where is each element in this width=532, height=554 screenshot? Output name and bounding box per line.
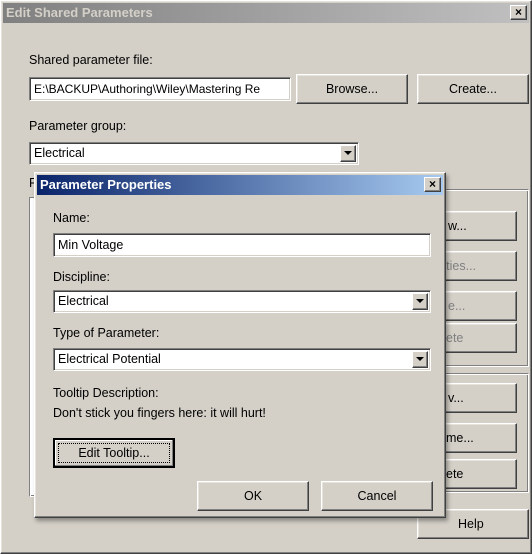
cancel-button-label: Cancel [357, 489, 397, 503]
move-parameter-button-label: e... [448, 299, 466, 313]
ok-button-label: OK [243, 489, 263, 503]
shared-parameter-file-label: Shared parameter file: [29, 53, 153, 67]
chevron-down-icon[interactable] [412, 351, 428, 368]
cancel-button[interactable]: Cancel [321, 481, 433, 511]
tooltip-description-text: Don't stick you fingers here: it will hu… [53, 406, 266, 420]
parameter-properties-title: Parameter Properties [40, 177, 172, 192]
dialog-title: Edit Shared Parameters [6, 5, 153, 20]
chevron-down-icon[interactable] [340, 145, 356, 162]
rename-group-button[interactable]: me... [441, 423, 517, 453]
parameter-properties-titlebar: Parameter Properties × [37, 175, 443, 195]
type-of-parameter-value: Electrical Potential [58, 352, 161, 366]
ok-button[interactable]: OK [197, 481, 309, 511]
chevron-down-icon[interactable] [412, 293, 428, 310]
rename-group-button-label: me... [446, 431, 474, 445]
discipline-label: Discipline: [53, 270, 110, 284]
new-parameter-button[interactable]: w... [441, 211, 517, 241]
discipline-value: Electrical [58, 294, 109, 308]
discipline-select[interactable]: Electrical [53, 290, 431, 313]
browse-button-label: Browse... [325, 82, 379, 96]
create-button[interactable]: Create... [417, 74, 529, 104]
type-of-parameter-select[interactable]: Electrical Potential [53, 348, 431, 371]
close-icon[interactable]: × [424, 177, 441, 192]
browse-button[interactable]: Browse... [296, 74, 408, 104]
parameter-properties-button-label: rties... [442, 259, 477, 273]
edit-shared-parameters-titlebar: Edit Shared Parameters × [3, 3, 529, 23]
type-of-parameter-label: Type of Parameter: [53, 326, 160, 340]
delete-parameter-button-label: ete [446, 331, 464, 345]
parameter-group-value: Electrical [34, 146, 85, 160]
move-parameter-button[interactable]: e... [441, 291, 517, 321]
close-icon[interactable]: × [510, 5, 527, 20]
new-group-button-label: v... [448, 391, 464, 405]
new-group-button[interactable]: v... [441, 383, 517, 413]
create-button-label: Create... [449, 82, 497, 96]
shared-parameter-file-field[interactable]: E:\BACKUP\Authoring\Wiley\Mastering Re [29, 77, 291, 101]
parameter-group-select[interactable]: Electrical [29, 142, 359, 165]
parameter-group-label: Parameter group: [29, 119, 127, 133]
name-label: Name: [53, 211, 90, 225]
name-input[interactable]: Min Voltage [53, 233, 431, 257]
delete-parameter-button[interactable]: ete [441, 323, 517, 353]
delete-group-button-label: ete [446, 467, 464, 481]
help-button-label: Help [458, 517, 484, 531]
parameter-properties-dialog: Parameter Properties × Name: Min Voltage… [34, 172, 446, 518]
delete-group-button[interactable]: ete [441, 459, 517, 489]
parameter-properties-button[interactable]: rties... [441, 251, 517, 281]
new-parameter-button-label: w... [448, 219, 467, 233]
tooltip-description-label: Tooltip Description: [53, 386, 159, 400]
focus-rect [58, 443, 170, 463]
edit-tooltip-button[interactable]: Edit Tooltip... [53, 438, 175, 468]
